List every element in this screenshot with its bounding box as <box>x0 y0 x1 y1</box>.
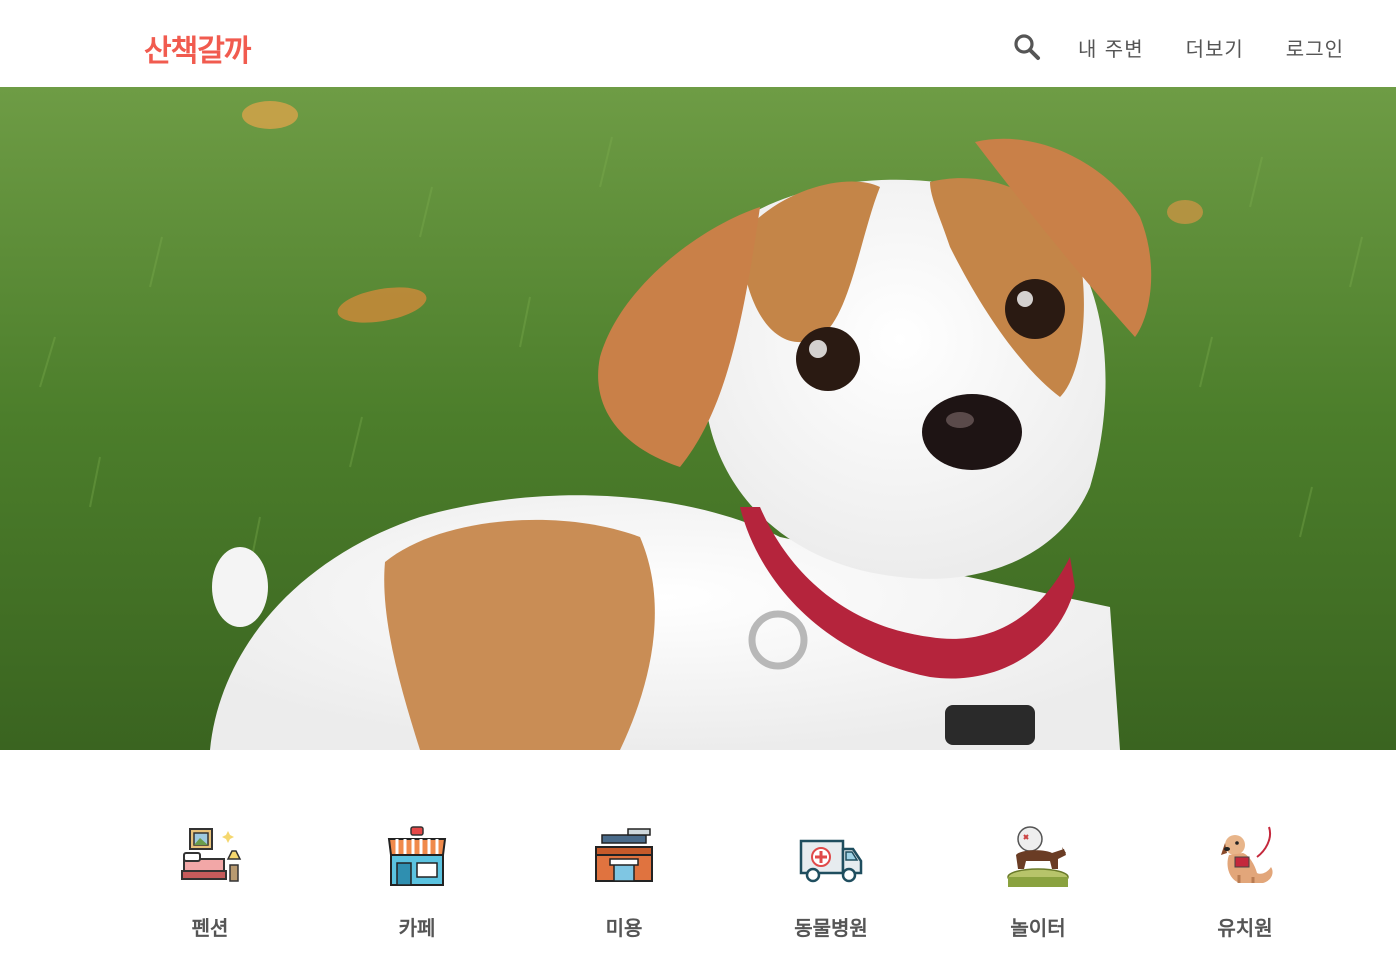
search-icon[interactable] <box>1012 32 1042 62</box>
hero-banner <box>0 87 1396 750</box>
header: 산책갈까 내 주변 더보기 로그인 <box>0 0 1396 87</box>
category-bar: 펜션 카페 미용 동물병원 놀이터 유치원 <box>0 750 1396 966</box>
puppy-photo <box>0 87 1396 750</box>
category-vet[interactable]: 동물병원 <box>761 822 901 941</box>
ambulance-icon <box>796 822 866 892</box>
grooming-shop-icon <box>589 822 659 892</box>
category-grooming[interactable]: 미용 <box>554 822 694 941</box>
nav-login[interactable]: 로그인 <box>1286 33 1344 62</box>
nav-more[interactable]: 더보기 <box>1186 33 1244 62</box>
cafe-shop-icon <box>382 822 452 892</box>
pension-bed-icon <box>175 822 245 892</box>
category-label: 동물병원 <box>794 916 868 940</box>
category-label: 펜션 <box>191 916 229 940</box>
logo[interactable]: 산책갈까 <box>144 26 251 70</box>
category-playground[interactable]: 놀이터 <box>968 822 1108 941</box>
category-kindergarten[interactable]: 유치원 <box>1175 822 1315 941</box>
category-label: 유치원 <box>1217 916 1273 940</box>
kindergarten-dog-icon <box>1210 822 1280 892</box>
category-pension[interactable]: 펜션 <box>140 822 280 941</box>
category-label: 미용 <box>605 916 643 940</box>
playground-dog-icon <box>1003 822 1073 892</box>
top-nav: 내 주변 더보기 로그인 <box>1012 30 1344 64</box>
category-cafe[interactable]: 카페 <box>347 822 487 941</box>
category-label: 카페 <box>398 916 436 940</box>
category-label: 놀이터 <box>1010 916 1066 940</box>
nav-nearby[interactable]: 내 주변 <box>1078 33 1144 62</box>
